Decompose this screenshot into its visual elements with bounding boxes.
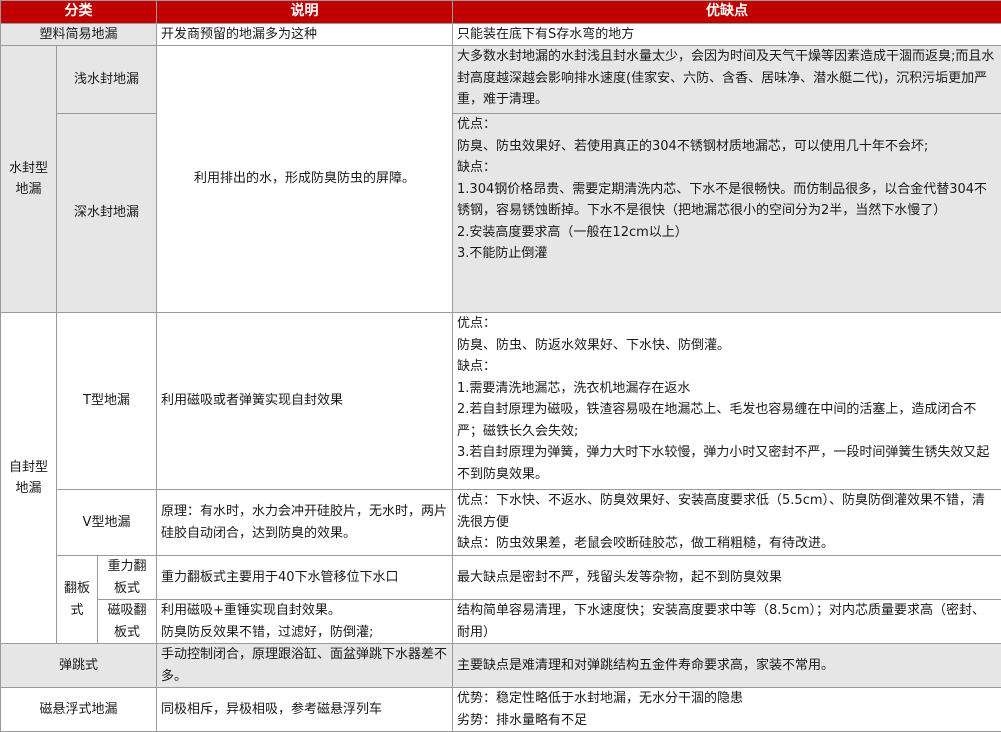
text-line: 防臭、防虫效果好、若使用真正的304不锈钢材质地漏芯，可以使用几十年不会坏; xyxy=(457,136,997,158)
explanation-cell: 手动控制闭合，原理跟浴缸、面盆弹跳下水器差不多。 xyxy=(157,644,453,688)
group-cell: 自封型地漏 xyxy=(1,313,57,644)
pros-cons-cell: 优点： 防臭、防虫、防返水效果好、下水快、防倒灌。 缺点： 1.需要清洗地漏芯，… xyxy=(453,313,1001,490)
pros-cons-cell: 优点： 防臭、防虫效果好、若使用真正的304不锈钢材质地漏芯，可以使用几十年不会… xyxy=(453,114,1001,313)
pros-cons-cell: 最大缺点是密封不严，残留头发等杂物，起不到防臭效果 xyxy=(453,556,1001,600)
pros-cons-cell: 主要缺点是难清理和对弹跳结构五金件寿命要求高，家装不常用。 xyxy=(453,644,1001,688)
text-line: 缺点： xyxy=(457,356,997,378)
category-cell: T型地漏 xyxy=(57,313,157,490)
table-row: 深水封地漏 优点： 防臭、防虫效果好、若使用真正的304不锈钢材质地漏芯，可以使… xyxy=(1,114,1001,313)
pros-cons-cell: 优点：下水快、不返水、防臭效果好、安装高度要求低（5.5cm）、防臭防倒灌效果不… xyxy=(453,490,1001,556)
explanation-cell: 利用排出的水，形成防臭防虫的屏障。 xyxy=(157,46,453,313)
text-line: 缺点： xyxy=(457,157,997,179)
text-line: 优点： xyxy=(457,114,997,136)
category-cell: 塑料简易地漏 xyxy=(1,23,157,46)
explanation-cell: 开发商预留的地漏多为这种 xyxy=(157,23,453,46)
text-line: 2.若自封原理为磁吸，铁渣容易吸在地漏芯上、毛发也容易缠在中间的活塞上，造成闭合… xyxy=(457,399,997,442)
category-cell: 重力翻板式 xyxy=(98,556,157,600)
table-row: 翻板式 重力翻板式 重力翻板式主要用于40下水管移位下水口 最大缺点是密封不严，… xyxy=(1,556,1001,600)
text-line: 防臭防反效果不错，过滤好，防倒灌; xyxy=(161,622,448,644)
table-row: 弹跳式 手动控制闭合，原理跟浴缸、面盆弹跳下水器差不多。 主要缺点是难清理和对弹… xyxy=(1,644,1001,688)
category-cell: 磁悬浮式地漏 xyxy=(1,688,157,732)
pros-cons-cell: 优势：稳定性略低于水封地漏，无水分干涸的隐患 劣势：排水量略有不足 xyxy=(453,688,1001,732)
text-line: 1.需要清洗地漏芯，洗衣机地漏存在返水 xyxy=(457,378,997,400)
table-row: 磁吸翻板式 利用磁吸+重锤实现自封效果。 防臭防反效果不错，过滤好，防倒灌; 结… xyxy=(1,600,1001,644)
category-cell: 浅水封地漏 xyxy=(57,46,157,114)
text-line: 利用磁吸+重锤实现自封效果。 xyxy=(161,600,448,622)
explanation-cell: 重力翻板式主要用于40下水管移位下水口 xyxy=(157,556,453,600)
text-line: 劣势：排水量略有不足 xyxy=(457,710,997,732)
header-explanation: 说明 xyxy=(157,1,453,24)
subgroup-cell: 翻板式 xyxy=(57,556,98,644)
text-line: 优势：稳定性略低于水封地漏，无水分干涸的隐患 xyxy=(457,688,997,710)
category-cell: V型地漏 xyxy=(57,490,157,556)
text-line: 缺点：防虫效果差，老鼠会咬断硅胶芯，做工稍粗糙，有待改进。 xyxy=(457,533,997,555)
pros-cons-cell: 结构简单容易清理，下水速度快；安装高度要求中等（8.5cm）；对内芯质量要求高（… xyxy=(453,600,1001,644)
pros-cons-cell: 大多数水封地漏的水封浅且封水量太少，会因为时间及天气干燥等因素造成干涸而返臭;而… xyxy=(453,46,1001,114)
text-line: 3.不能防止倒灌 xyxy=(457,243,997,265)
table-row: 塑料简易地漏 开发商预留的地漏多为这种 只能装在底下有S存水弯的地方 xyxy=(1,23,1001,46)
text-line: 优点： xyxy=(457,313,997,335)
floor-drain-comparison-table: 分类 说明 优缺点 塑料简易地漏 开发商预留的地漏多为这种 只能装在底下有S存水… xyxy=(0,0,1001,732)
explanation-cell: 利用磁吸或者弹簧实现自封效果 xyxy=(157,313,453,490)
table-row: 自封型地漏 T型地漏 利用磁吸或者弹簧实现自封效果 优点： 防臭、防虫、防返水效… xyxy=(1,313,1001,490)
table-row: 水封型地漏 浅水封地漏 利用排出的水，形成防臭防虫的屏障。 大多数水封地漏的水封… xyxy=(1,46,1001,114)
header-pros-cons: 优缺点 xyxy=(453,1,1001,24)
category-cell: 深水封地漏 xyxy=(57,114,157,313)
explanation-cell: 利用磁吸+重锤实现自封效果。 防臭防反效果不错，过滤好，防倒灌; xyxy=(157,600,453,644)
text-line: 3.若自封原理为弹簧，弹力大时下水较慢，弹力小时又密封不严，一段时间弹簧生锈失效… xyxy=(457,442,997,485)
text-line: 2.安装高度要求高（一般在12cm以上） xyxy=(457,222,997,244)
explanation-cell: 同极相斥，异极相吸，参考磁悬浮列车 xyxy=(157,688,453,732)
category-cell: 弹跳式 xyxy=(1,644,157,688)
text-line: 防臭、防虫、防返水效果好、下水快、防倒灌。 xyxy=(457,335,997,357)
group-cell: 水封型地漏 xyxy=(1,46,57,313)
text-line: 优点：下水快、不返水、防臭效果好、安装高度要求低（5.5cm）、防臭防倒灌效果不… xyxy=(457,490,997,533)
table-row: 磁悬浮式地漏 同极相斥，异极相吸，参考磁悬浮列车 优势：稳定性略低于水封地漏，无… xyxy=(1,688,1001,732)
text-line: 1.304钢价格昂贵、需要定期清洗内芯、下水不是很畅快。而仿制品很多，以合金代替… xyxy=(457,179,997,222)
explanation-cell: 原理：有水时，水力会冲开硅胶片，无水时，两片硅胶自动闭合，达到防臭的效果。 xyxy=(157,490,453,556)
category-cell: 磁吸翻板式 xyxy=(98,600,157,644)
pros-cons-cell: 只能装在底下有S存水弯的地方 xyxy=(453,23,1001,46)
table-row: V型地漏 原理：有水时，水力会冲开硅胶片，无水时，两片硅胶自动闭合，达到防臭的效… xyxy=(1,490,1001,556)
header-category: 分类 xyxy=(1,1,157,24)
